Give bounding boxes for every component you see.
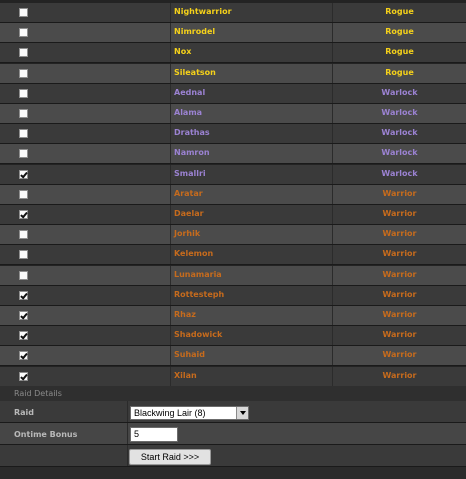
select-checkbox[interactable] xyxy=(19,170,28,179)
ontime-label: Ontime Bonus xyxy=(14,430,78,439)
player-name: Xilan xyxy=(174,371,197,380)
player-class: Warrior xyxy=(382,350,417,359)
roster-row: Nimrodel Rogue xyxy=(0,23,466,43)
select-checkbox[interactable] xyxy=(19,109,28,118)
player-name: Aednal xyxy=(174,88,206,97)
roster-row: Daelar Warrior xyxy=(0,205,466,225)
player-name: Jorhik xyxy=(174,229,201,238)
roster-row: Aratar Warrior xyxy=(0,185,466,205)
player-class: Warlock xyxy=(381,148,418,157)
select-checkbox[interactable] xyxy=(19,351,28,360)
player-class: Warlock xyxy=(381,128,418,137)
player-class: Rogue xyxy=(385,27,414,36)
select-checkbox[interactable] xyxy=(19,311,28,320)
roster-row: Lunamaria Warrior xyxy=(0,266,466,286)
player-name: Nimrodel xyxy=(174,27,216,36)
roster-row: Kelemon Warrior xyxy=(0,245,466,265)
player-name: Rottesteph xyxy=(174,290,225,299)
select-checkbox[interactable] xyxy=(19,149,28,158)
player-class: Rogue xyxy=(385,68,414,77)
player-class: Warrior xyxy=(382,249,417,258)
player-name: Rhaz xyxy=(174,310,196,319)
player-name: Suhaid xyxy=(174,350,206,359)
select-checkbox[interactable] xyxy=(19,8,28,17)
select-checkbox[interactable] xyxy=(19,89,28,98)
select-checkbox[interactable] xyxy=(19,230,28,239)
player-name: Alama xyxy=(174,108,203,117)
select-checkbox[interactable] xyxy=(19,372,28,381)
panel-footer xyxy=(0,467,466,479)
player-name: Aratar xyxy=(174,189,203,198)
player-name: Nightwarrior xyxy=(174,7,232,16)
player-name: Sileatson xyxy=(174,68,216,77)
player-class: Warrior xyxy=(382,229,417,238)
start-raid-button[interactable]: Start Raid >>> xyxy=(129,449,211,465)
roster-row: Smallri Warlock xyxy=(0,165,466,185)
start-row: Start Raid >>> xyxy=(0,445,466,467)
player-class: Warrior xyxy=(382,209,417,218)
player-class: Warlock xyxy=(381,88,418,97)
roster-row: Suhaid Warrior xyxy=(0,346,466,366)
chevron-down-icon[interactable] xyxy=(236,407,248,419)
player-name: Namron xyxy=(174,148,210,157)
select-checkbox[interactable] xyxy=(19,291,28,300)
player-class: Warrior xyxy=(382,270,417,279)
select-checkbox[interactable] xyxy=(19,190,28,199)
ontime-row: Ontime Bonus 5 xyxy=(0,423,466,445)
player-class: Warlock xyxy=(381,169,418,178)
player-class: Warrior xyxy=(382,189,417,198)
player-class: Rogue xyxy=(385,7,414,16)
player-class: Warrior xyxy=(382,310,417,319)
select-checkbox[interactable] xyxy=(19,271,28,280)
roster-row: Jorhik Warrior xyxy=(0,225,466,245)
roster-row: Xilan Warrior xyxy=(0,367,466,387)
player-class: Warlock xyxy=(381,108,418,117)
player-name: Shadowick xyxy=(174,330,223,339)
player-name: Smallri xyxy=(174,169,206,178)
raid-label: Raid xyxy=(14,408,35,417)
raid-select-value: Blackwing Lair (8) xyxy=(134,408,206,418)
raid-row: Raid Blackwing Lair (8) xyxy=(0,401,466,423)
roster-row: Drathas Warlock xyxy=(0,124,466,144)
player-name: Kelemon xyxy=(174,249,214,258)
roster-row: Namron Warlock xyxy=(0,144,466,164)
select-checkbox[interactable] xyxy=(19,210,28,219)
player-class: Rogue xyxy=(385,47,414,56)
roster-row: Rhaz Warrior xyxy=(0,306,466,326)
roster-row: Rottesteph Warrior xyxy=(0,286,466,306)
select-checkbox[interactable] xyxy=(19,28,28,37)
raid-select[interactable]: Blackwing Lair (8) xyxy=(130,406,249,420)
raid-details-header: Raid Details xyxy=(0,386,466,401)
raid-roster-panel: Nightwarrior Rogue Nimrodel Rogue Nox Rogue Si… xyxy=(0,0,466,479)
player-class: Warrior xyxy=(382,330,417,339)
roster-row: Nightwarrior Rogue xyxy=(0,3,466,23)
select-checkbox[interactable] xyxy=(19,69,28,78)
player-name: Nox xyxy=(174,47,192,56)
player-name: Drathas xyxy=(174,128,210,137)
select-checkbox[interactable] xyxy=(19,250,28,259)
ontime-bonus-input[interactable]: 5 xyxy=(130,427,178,442)
roster-row: Alama Warlock xyxy=(0,104,466,124)
select-checkbox[interactable] xyxy=(19,129,28,138)
roster-row: Shadowick Warrior xyxy=(0,326,466,346)
select-checkbox[interactable] xyxy=(19,331,28,340)
player-name: Lunamaria xyxy=(174,270,222,279)
player-class: Warrior xyxy=(382,371,417,380)
player-class: Warrior xyxy=(382,290,417,299)
select-checkbox[interactable] xyxy=(19,48,28,57)
roster-row: Aednal Warlock xyxy=(0,84,466,104)
player-name: Daelar xyxy=(174,209,204,218)
section-title: Raid Details xyxy=(14,389,62,398)
roster-row: Sileatson Rogue xyxy=(0,64,466,84)
roster-row: Nox Rogue xyxy=(0,43,466,63)
